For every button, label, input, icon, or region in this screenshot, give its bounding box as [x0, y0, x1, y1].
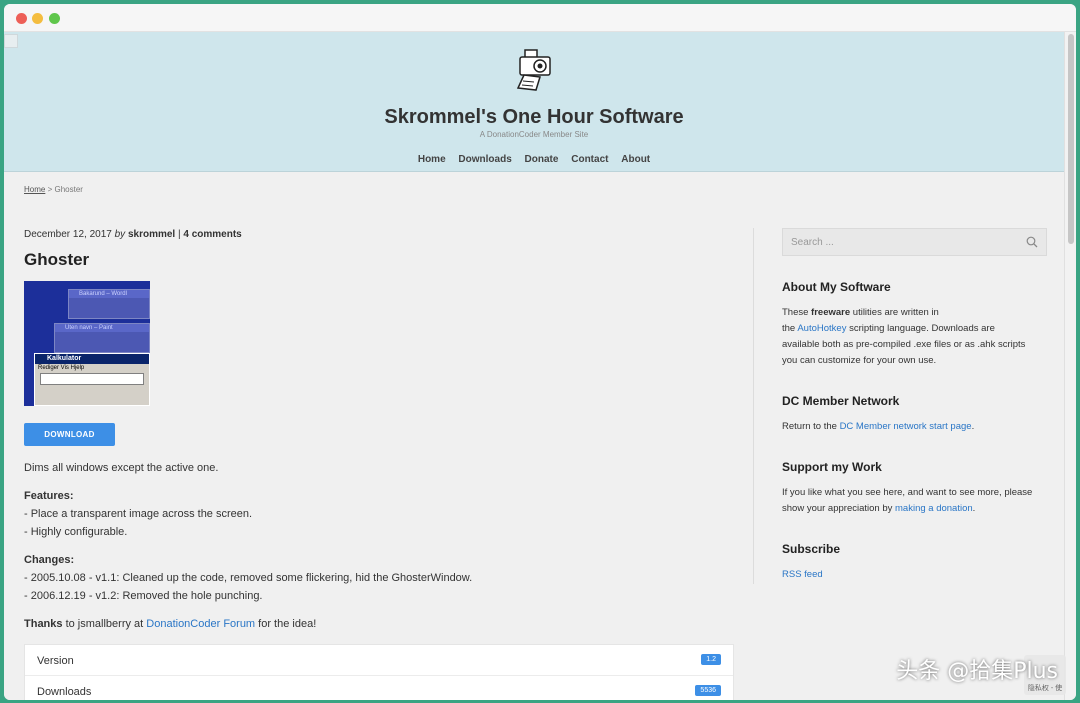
donation-link[interactable]: making a donation — [895, 503, 973, 514]
screenshot-window-2: Uten navn – Paint — [54, 323, 150, 353]
donationcoder-forum-link[interactable]: DonationCoder Forum — [146, 618, 255, 630]
nav-about[interactable]: About — [621, 154, 650, 165]
rss-feed-link[interactable]: RSS feed — [782, 567, 1052, 583]
ghoster-screenshot[interactable]: Bakarund – Wordl Uten navn – Paint Kalku… — [24, 281, 150, 406]
breadcrumb-home[interactable]: Home — [24, 185, 45, 194]
breadcrumb-current: Ghoster — [54, 185, 83, 194]
detail-label: Downloads — [37, 686, 92, 698]
feature-item: - Place a transparent image across the s… — [24, 508, 253, 520]
version-badge: 1.2 — [701, 654, 721, 665]
about-text: the — [782, 323, 798, 334]
support-line: If you like what you see here, and want … — [782, 487, 1033, 498]
page-scrollbar[interactable] — [1064, 32, 1076, 700]
site-title[interactable]: Skrommel's One Hour Software — [4, 106, 1064, 129]
table-row: Downloads 5536 — [25, 676, 733, 700]
thanks-pre: to jsmallberry at — [62, 618, 147, 630]
table-row: Version 1.2 — [25, 645, 733, 676]
screenshot-window-1: Bakarund – Wordl — [68, 289, 150, 319]
about-widget-text: These freeware utilities are written in … — [782, 305, 1052, 369]
meta-separator: | — [178, 229, 181, 240]
scrollbar-thumb[interactable] — [1068, 34, 1074, 244]
detail-label: Version — [37, 655, 74, 667]
change-item: - 2005.10.08 - v1.1: Cleaned up the code… — [24, 572, 473, 584]
thanks-line: Thanks to jsmallberry at DonationCoder F… — [24, 618, 316, 630]
screenshot-calculator-field — [40, 373, 144, 385]
feature-item: - Highly configurable. — [24, 526, 128, 538]
about-text: you can customize for your own use. — [782, 355, 937, 366]
screenshot-calculator-menu: Rediger Vis Hjelp — [38, 365, 85, 371]
nav-downloads[interactable]: Downloads — [458, 154, 511, 165]
main-nav: Home Downloads Donate Contact About — [4, 154, 1064, 165]
minimize-window-button[interactable] — [32, 13, 43, 24]
download-details-table: Version 1.2 Downloads 5536 — [24, 644, 734, 700]
post-author[interactable]: skrommel — [128, 229, 175, 240]
subscribe-title: Subscribe — [782, 542, 841, 556]
site-tagline: A DonationCoder Member Site — [479, 130, 589, 139]
window-titlebar — [4, 4, 1076, 32]
change-item: - 2006.12.19 - v1.2: Removed the hole pu… — [24, 590, 263, 602]
support-text: If you like what you see here, and want … — [782, 485, 1052, 517]
watermark-text: 头条 @拾集Plus — [896, 659, 1058, 684]
camera-printer-logo-icon[interactable] — [514, 48, 556, 92]
post-date[interactable]: December 12, 2017 — [24, 229, 112, 240]
breadcrumb-separator: > — [47, 185, 53, 194]
sidebar-divider — [753, 228, 754, 584]
corner-box — [4, 34, 18, 48]
post-meta: December 12, 2017 by skrommel | 4 commen… — [24, 229, 242, 240]
dc-text: . — [971, 421, 975, 432]
support-line: show your appreciation by — [782, 503, 896, 514]
post-by: by — [114, 229, 126, 240]
dc-member-network-link[interactable]: DC Member network start page — [840, 421, 972, 432]
freeware-bold: freeware — [811, 307, 851, 318]
support-line: . — [972, 503, 976, 514]
about-text: utilities are written in — [850, 307, 939, 318]
nav-home[interactable]: Home — [418, 154, 446, 165]
about-text: available both as pre-compiled .exe file… — [782, 339, 1026, 350]
maximize-window-button[interactable] — [49, 13, 60, 24]
search-input[interactable] — [783, 229, 1019, 255]
about-text: These — [782, 307, 812, 318]
support-title: Support my Work — [782, 460, 882, 474]
post-description: Dims all windows except the active one. — [24, 462, 219, 474]
search-icon[interactable] — [1026, 236, 1038, 248]
site-header: Skrommel's One Hour Software A DonationC… — [4, 32, 1064, 172]
nav-donate[interactable]: Donate — [525, 154, 559, 165]
features-heading-label: Features: — [24, 490, 74, 502]
page-viewport: Skrommel's One Hour Software A DonationC… — [4, 32, 1064, 700]
nav-contact[interactable]: Contact — [571, 154, 608, 165]
search-box — [782, 228, 1047, 256]
changes-heading: Changes: — [24, 554, 74, 566]
changes-heading-label: Changes: — [24, 554, 75, 566]
breadcrumb: Home > Ghoster — [24, 185, 83, 194]
rss-feed-label[interactable]: RSS feed — [782, 569, 823, 580]
screenshot-window-2-title: Uten navn – Paint — [55, 324, 149, 332]
close-window-button[interactable] — [16, 13, 27, 24]
about-widget-title: About My Software — [782, 280, 891, 294]
dc-network-title: DC Member Network — [782, 394, 900, 408]
downloads-count-badge: 5536 — [695, 685, 721, 696]
post-title: Ghoster — [24, 250, 90, 269]
screenshot-window-1-title: Bakarund – Wordl — [69, 290, 149, 298]
screenshot-calculator-title: Kalkulator — [35, 354, 149, 364]
browser-window: Skrommel's One Hour Software A DonationC… — [4, 4, 1076, 700]
features-heading: Features: — [24, 490, 74, 502]
thanks-bold: Thanks — [24, 618, 63, 630]
post-comments-link[interactable]: 4 comments — [183, 229, 241, 240]
screenshot-calculator: Kalkulator Rediger Vis Hjelp — [34, 353, 150, 406]
download-button[interactable]: DOWNLOAD — [24, 423, 115, 446]
dc-network-text: Return to the DC Member network start pa… — [782, 419, 1052, 435]
thanks-post: for the idea! — [255, 618, 317, 630]
dc-text: Return to the — [782, 421, 840, 432]
autohotkey-link[interactable]: AutoHotkey — [797, 323, 846, 334]
about-text: scripting language. Downloads are — [846, 323, 995, 334]
